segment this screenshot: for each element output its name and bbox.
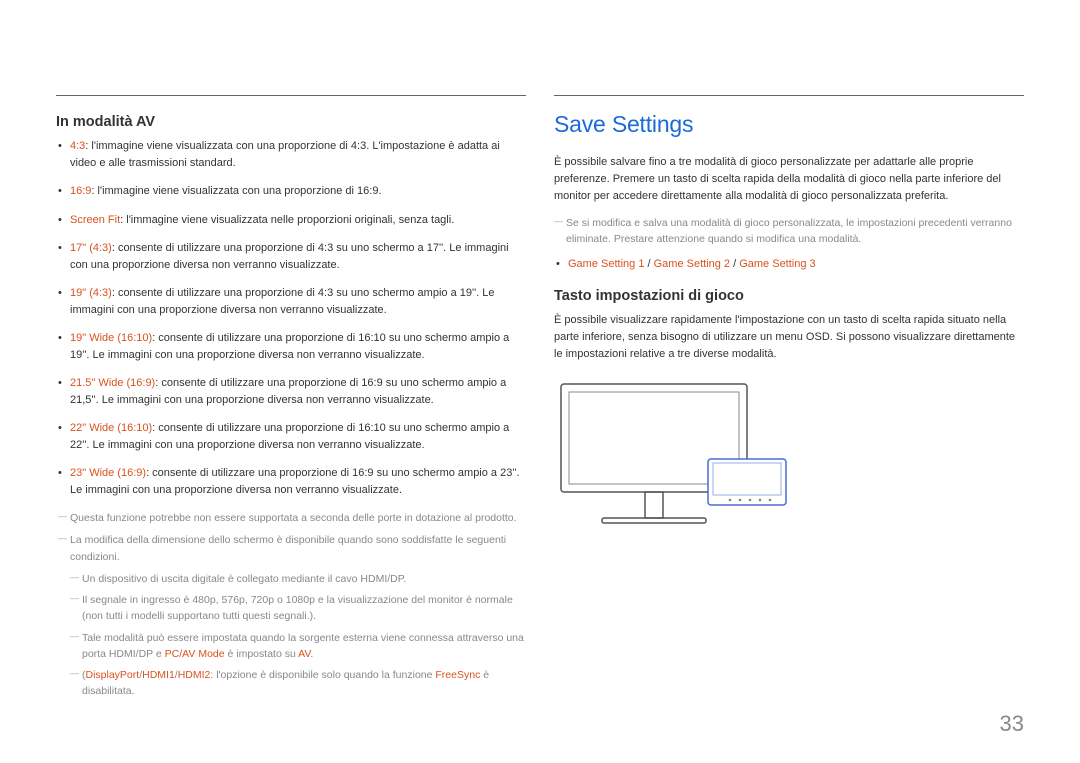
separator: / — [644, 258, 653, 270]
option-label: 22" Wide (16:10) — [70, 422, 152, 434]
option-text: : l'immagine viene visualizzata con una … — [70, 140, 500, 169]
list-item: 21.5" Wide (16:9): consente di utilizzar… — [70, 375, 526, 408]
page-number: 33 — [1000, 711, 1024, 737]
note-text: (DisplayPort/HDMI1/HDMI2: l'opzione è di… — [70, 667, 526, 700]
monitor-illustration-icon — [560, 383, 790, 543]
left-column: In modalità AV 4:3: l'immagine viene vis… — [56, 95, 526, 705]
list-item: 22" Wide (16:10): consente di utilizzare… — [70, 420, 526, 453]
note-text: Se si modifica e salva una modalità di g… — [554, 215, 1024, 248]
note-text: Questa funzione potrebbe non essere supp… — [58, 510, 526, 526]
sub-notes: Un dispositivo di uscita digitale è coll… — [58, 571, 526, 700]
list-item: 4:3: l'immagine viene visualizzata con u… — [70, 138, 526, 171]
option-label: 16:9 — [70, 185, 91, 197]
note-text: Un dispositivo di uscita digitale è coll… — [70, 571, 526, 587]
note-highlight: AV — [298, 648, 310, 660]
note-highlight: FreeSync — [435, 669, 480, 681]
note-highlight: HDMI2 — [178, 669, 211, 681]
option-label: 17" (4:3) — [70, 242, 112, 254]
body-paragraph: È possibile visualizzare rapidamente l'i… — [554, 312, 1024, 363]
note-highlight: DisplayPort — [86, 669, 140, 681]
list-item: 19" Wide (16:10): consente di utilizzare… — [70, 330, 526, 363]
option-label: Screen Fit — [70, 214, 120, 226]
note-text: Il segnale in ingresso è 480p, 576p, 720… — [70, 592, 526, 625]
option-text: : l'immagine viene visualizzata con una … — [91, 185, 381, 197]
right-column: Save Settings È possibile salvare fino a… — [554, 95, 1024, 705]
option-text: : consente di utilizzare una proporzione… — [70, 242, 509, 271]
notes-block: Questa funzione potrebbe non essere supp… — [56, 510, 526, 700]
list-item: 17" (4:3): consente di utilizzare una pr… — [70, 240, 526, 273]
note-segment: . — [310, 648, 313, 660]
option-text: : l'immagine viene visualizzata nelle pr… — [120, 214, 454, 226]
setting-option: Game Setting 3 — [739, 258, 815, 270]
note-text: La modifica della dimensione dello scher… — [58, 532, 526, 565]
option-text: : consente di utilizzare una proporzione… — [70, 287, 495, 316]
right-notes: Se si modifica e salva una modalità di g… — [554, 215, 1024, 248]
body-paragraph: È possibile salvare fino a tre modalità … — [554, 154, 1024, 205]
setting-option: Game Setting 2 — [654, 258, 730, 270]
option-label: 19" Wide (16:10) — [70, 332, 152, 344]
setting-option: Game Setting 1 — [568, 258, 644, 270]
note-highlight: HDMI1 — [142, 669, 175, 681]
list-item: 16:9: l'immagine viene visualizzata con … — [70, 183, 526, 200]
separator: / — [730, 258, 739, 270]
left-heading: In modalità AV — [56, 114, 526, 130]
list-item: Screen Fit: l'immagine viene visualizzat… — [70, 212, 526, 229]
settings-line: Game Setting 1 / Game Setting 2 / Game S… — [568, 256, 1024, 273]
option-label: 19" (4:3) — [70, 287, 112, 299]
note-segment: : l'opzione è disponibile solo quando la… — [210, 669, 435, 681]
settings-list: Game Setting 1 / Game Setting 2 / Game S… — [554, 256, 1024, 273]
list-item: 19" (4:3): consente di utilizzare una pr… — [70, 285, 526, 318]
section-title: Save Settings — [554, 111, 1024, 138]
note-text: Tale modalità può essere impostata quand… — [70, 630, 526, 663]
note-highlight: PC/AV Mode — [165, 648, 225, 660]
option-label: 4:3 — [70, 140, 85, 152]
right-subheading: Tasto impostazioni di gioco — [554, 288, 1024, 304]
option-label: 21.5" Wide (16:9) — [70, 377, 155, 389]
option-label: 23" Wide (16:9) — [70, 467, 146, 479]
list-item: 23" Wide (16:9): consente di utilizzare … — [70, 465, 526, 498]
note-segment: è impostato su — [225, 648, 299, 660]
option-list: 4:3: l'immagine viene visualizzata con u… — [56, 138, 526, 498]
